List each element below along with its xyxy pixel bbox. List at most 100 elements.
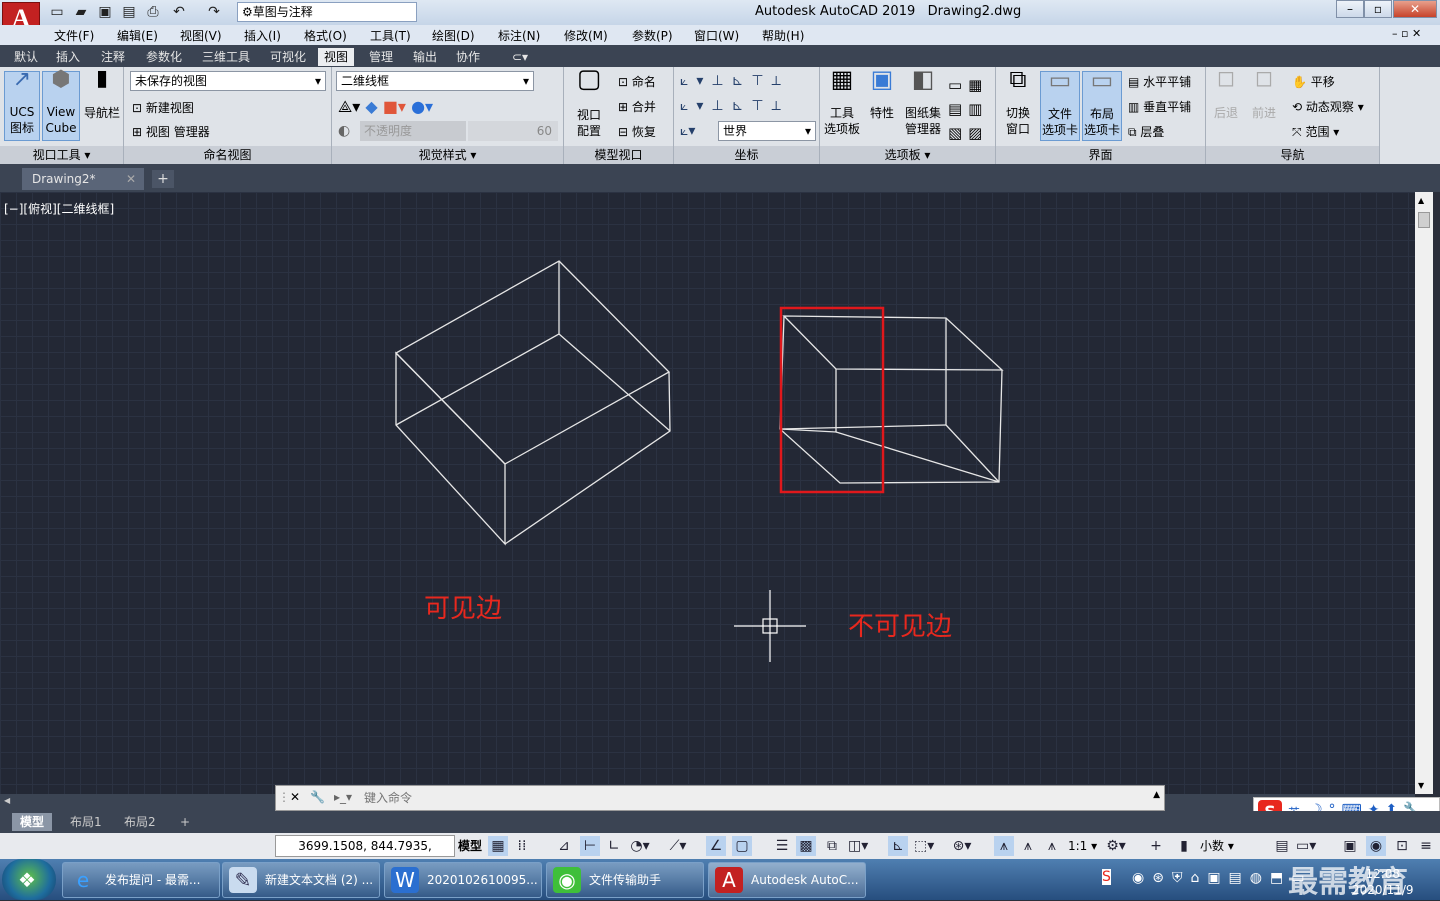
palette-small-icons[interactable]: ▭▦ ▤▥ ▧▨ xyxy=(948,73,992,145)
ucs-icon-button[interactable]: ↗ UCS 图标 xyxy=(4,69,40,141)
viewport-join-button[interactable]: ⊞ 合并 xyxy=(618,98,656,115)
taskbar-item-word[interactable]: W 2020102610095... xyxy=(384,862,542,898)
layout-tab-1[interactable]: 布局1 xyxy=(62,813,110,831)
menu-tools[interactable]: 工具(T) xyxy=(370,27,411,44)
hardware-accel-icon[interactable]: ◉ xyxy=(1366,836,1386,856)
ortho-icon[interactable]: ∟ xyxy=(604,836,624,856)
3d-osnap-icon[interactable]: ◫▾ xyxy=(848,836,868,856)
save-as-icon[interactable]: ▤ xyxy=(120,3,138,21)
close-button[interactable]: ✕ xyxy=(1393,0,1437,18)
clock[interactable]: 12:08 2020/11/9 xyxy=(1352,866,1414,898)
units-value[interactable]: 小数 ▾ xyxy=(1200,836,1234,856)
view-manager-button[interactable]: ⊞ 视图 管理器 xyxy=(132,123,210,140)
maximize-button[interactable]: ▫ xyxy=(1364,0,1392,18)
viewport-config-button[interactable]: ▢ 视口 配置 xyxy=(568,66,610,141)
selection-filter-icon[interactable]: ⬚▾ xyxy=(914,836,934,856)
taskbar-item-notepad[interactable]: ✎ 新建文本文档 (2) ... xyxy=(222,862,380,898)
viewport-named-button[interactable]: ⊡ 命名 xyxy=(618,73,656,90)
tile-vertical-button[interactable]: ▥ 垂直平铺 xyxy=(1128,98,1191,115)
ucs-tools-row3[interactable]: ⟀▾ xyxy=(680,123,695,139)
isodraft-icon[interactable]: ⟋▾ xyxy=(668,836,688,856)
layout-tab-model[interactable]: 模型 xyxy=(12,813,53,831)
forward-button[interactable]: ◻ 前进 xyxy=(1246,68,1282,141)
dynamic-ucs-icon[interactable]: ⊾ xyxy=(888,836,908,856)
minimize-button[interactable]: – xyxy=(1336,0,1364,18)
command-grip-icon[interactable]: ⋮ xyxy=(278,790,290,804)
transparency-icon[interactable]: ▩ xyxy=(796,836,816,856)
taskbar-item-wechat[interactable]: ◉ 文件传输助手 xyxy=(546,862,704,898)
named-view-combo[interactable]: 未保存的视图 ▾ xyxy=(130,71,326,91)
tab-parametric[interactable]: 参数化 xyxy=(140,48,188,66)
ucs-tools-row1[interactable]: ⟀▾⊥⊾⊤⟂ xyxy=(680,73,789,89)
vertical-scrollbar[interactable]: ▲ ▼ xyxy=(1415,192,1433,794)
annotation-visibility-icon[interactable]: ⩚ xyxy=(994,836,1014,856)
tab-3d-tools[interactable]: 三维工具 xyxy=(196,48,256,66)
tile-horizontal-button[interactable]: ▤ 水平平铺 xyxy=(1128,73,1191,90)
opacity-slider[interactable]: 不透明度 xyxy=(360,121,466,141)
tab-insert[interactable]: 插入 xyxy=(50,48,86,66)
back-button[interactable]: ◻ 后退 xyxy=(1208,68,1244,141)
viewcube-button[interactable]: ⬢ View Cube xyxy=(42,69,80,141)
menu-help[interactable]: 帮助(H) xyxy=(762,27,804,44)
navbar-button[interactable]: ▮ 导航栏 xyxy=(82,68,122,141)
file-tabs-button[interactable]: ▭ 文件 选项卡 xyxy=(1040,68,1080,141)
selection-cycling-icon[interactable]: ⧉ xyxy=(822,836,842,856)
command-settings-icon[interactable]: 🔧 xyxy=(310,790,325,804)
scroll-down-icon[interactable]: ▼ xyxy=(1418,781,1424,790)
infer-constraints-icon[interactable]: ⊿ xyxy=(554,836,574,856)
orbit-button[interactable]: ⟲ 动态观察 ▾ xyxy=(1292,98,1364,115)
isolate-objects-icon[interactable]: ▣ xyxy=(1340,836,1360,856)
dynamic-input-icon[interactable]: ⊢ xyxy=(580,836,600,856)
grid-icon[interactable]: ▦ xyxy=(488,836,508,856)
menu-edit[interactable]: 编辑(E) xyxy=(117,27,158,44)
new-file-icon[interactable]: ▭ xyxy=(48,3,66,21)
tab-default[interactable]: 默认 xyxy=(8,48,44,66)
properties-button[interactable]: ▣ 特性 xyxy=(864,67,900,141)
viewport-restore-button[interactable]: ⊟ 恢复 xyxy=(618,123,656,140)
layout-tabs-button[interactable]: ▭ 布局 选项卡 xyxy=(1082,68,1122,141)
command-input[interactable] xyxy=(364,788,1144,808)
opacity-value[interactable]: 60 xyxy=(468,121,558,141)
menu-format[interactable]: 格式(O) xyxy=(304,27,347,44)
pan-button[interactable]: ✋ 平移 xyxy=(1292,73,1335,90)
workspace-gear-icon[interactable]: ⚙▾ xyxy=(1106,836,1126,856)
tab-collaborate[interactable]: 协作 xyxy=(450,48,486,66)
annotation-scale-value[interactable]: 1:1 ▾ xyxy=(1068,836,1097,856)
auto-scale-icon[interactable]: ⩚ xyxy=(1018,836,1038,856)
osnap-icon[interactable]: ▢ xyxy=(732,836,752,856)
open-file-icon[interactable]: ▰ xyxy=(72,3,90,21)
start-button[interactable]: ❖ xyxy=(2,859,56,900)
taskbar-item-autocad[interactable]: A Autodesk AutoC... xyxy=(708,862,866,898)
workspace-combo[interactable]: ⚙草图与注释 xyxy=(237,2,417,22)
menu-draw[interactable]: 绘图(D) xyxy=(432,27,475,44)
tab-view[interactable]: 视图 xyxy=(318,48,355,66)
clean-screen-icon[interactable]: ⊡ xyxy=(1392,836,1412,856)
document-tab[interactable]: Drawing2* ✕ xyxy=(22,168,144,190)
ucs-world-combo[interactable]: 世界 ▾ xyxy=(718,121,816,141)
osnap-tracking-icon[interactable]: ∠ xyxy=(706,836,726,856)
switch-windows-button[interactable]: ⧉ 切换 窗口 xyxy=(998,67,1038,141)
doc-window-controls[interactable]: – ▫ ✕ xyxy=(1392,27,1421,40)
menu-modify[interactable]: 修改(M) xyxy=(564,27,608,44)
redo-icon[interactable]: ↷ xyxy=(205,3,223,21)
tab-annotate[interactable]: 注释 xyxy=(95,48,131,66)
taskbar-item-ie[interactable]: e 发布提问 - 最需... xyxy=(62,862,220,898)
sogou-tray-icon[interactable]: S xyxy=(1102,869,1111,885)
undo-icon[interactable]: ↶ xyxy=(170,3,188,21)
command-prompt-icon[interactable]: ▸_▾ xyxy=(334,790,352,804)
sheetset-manager-button[interactable]: ◧ 图纸集 管理器 xyxy=(902,67,944,141)
snap-icon[interactable]: ⁞⁞ xyxy=(512,836,532,856)
tab-output[interactable]: 输出 xyxy=(407,48,443,66)
tab-visualize[interactable]: 可视化 xyxy=(264,48,312,66)
new-view-button[interactable]: ⊡ 新建视图 xyxy=(132,99,194,116)
save-icon[interactable]: ▣ xyxy=(96,3,114,21)
polar-icon[interactable]: ◔▾ xyxy=(630,836,650,856)
scroll-left-icon[interactable]: ◀ xyxy=(4,796,10,805)
print-icon[interactable]: ⎙ xyxy=(144,3,162,21)
tray-icons[interactable]: ◉⊛⛨⌂▣▤◍⬒▭ xyxy=(1132,870,1312,886)
menu-insert[interactable]: 插入(I) xyxy=(244,27,281,44)
menu-parametric[interactable]: 参数(P) xyxy=(632,27,673,44)
lineweight-icon[interactable]: ☰ xyxy=(772,836,792,856)
add-layout-button[interactable]: + xyxy=(172,813,198,831)
annotation-scale-icon[interactable]: ⩚ xyxy=(1042,836,1062,856)
